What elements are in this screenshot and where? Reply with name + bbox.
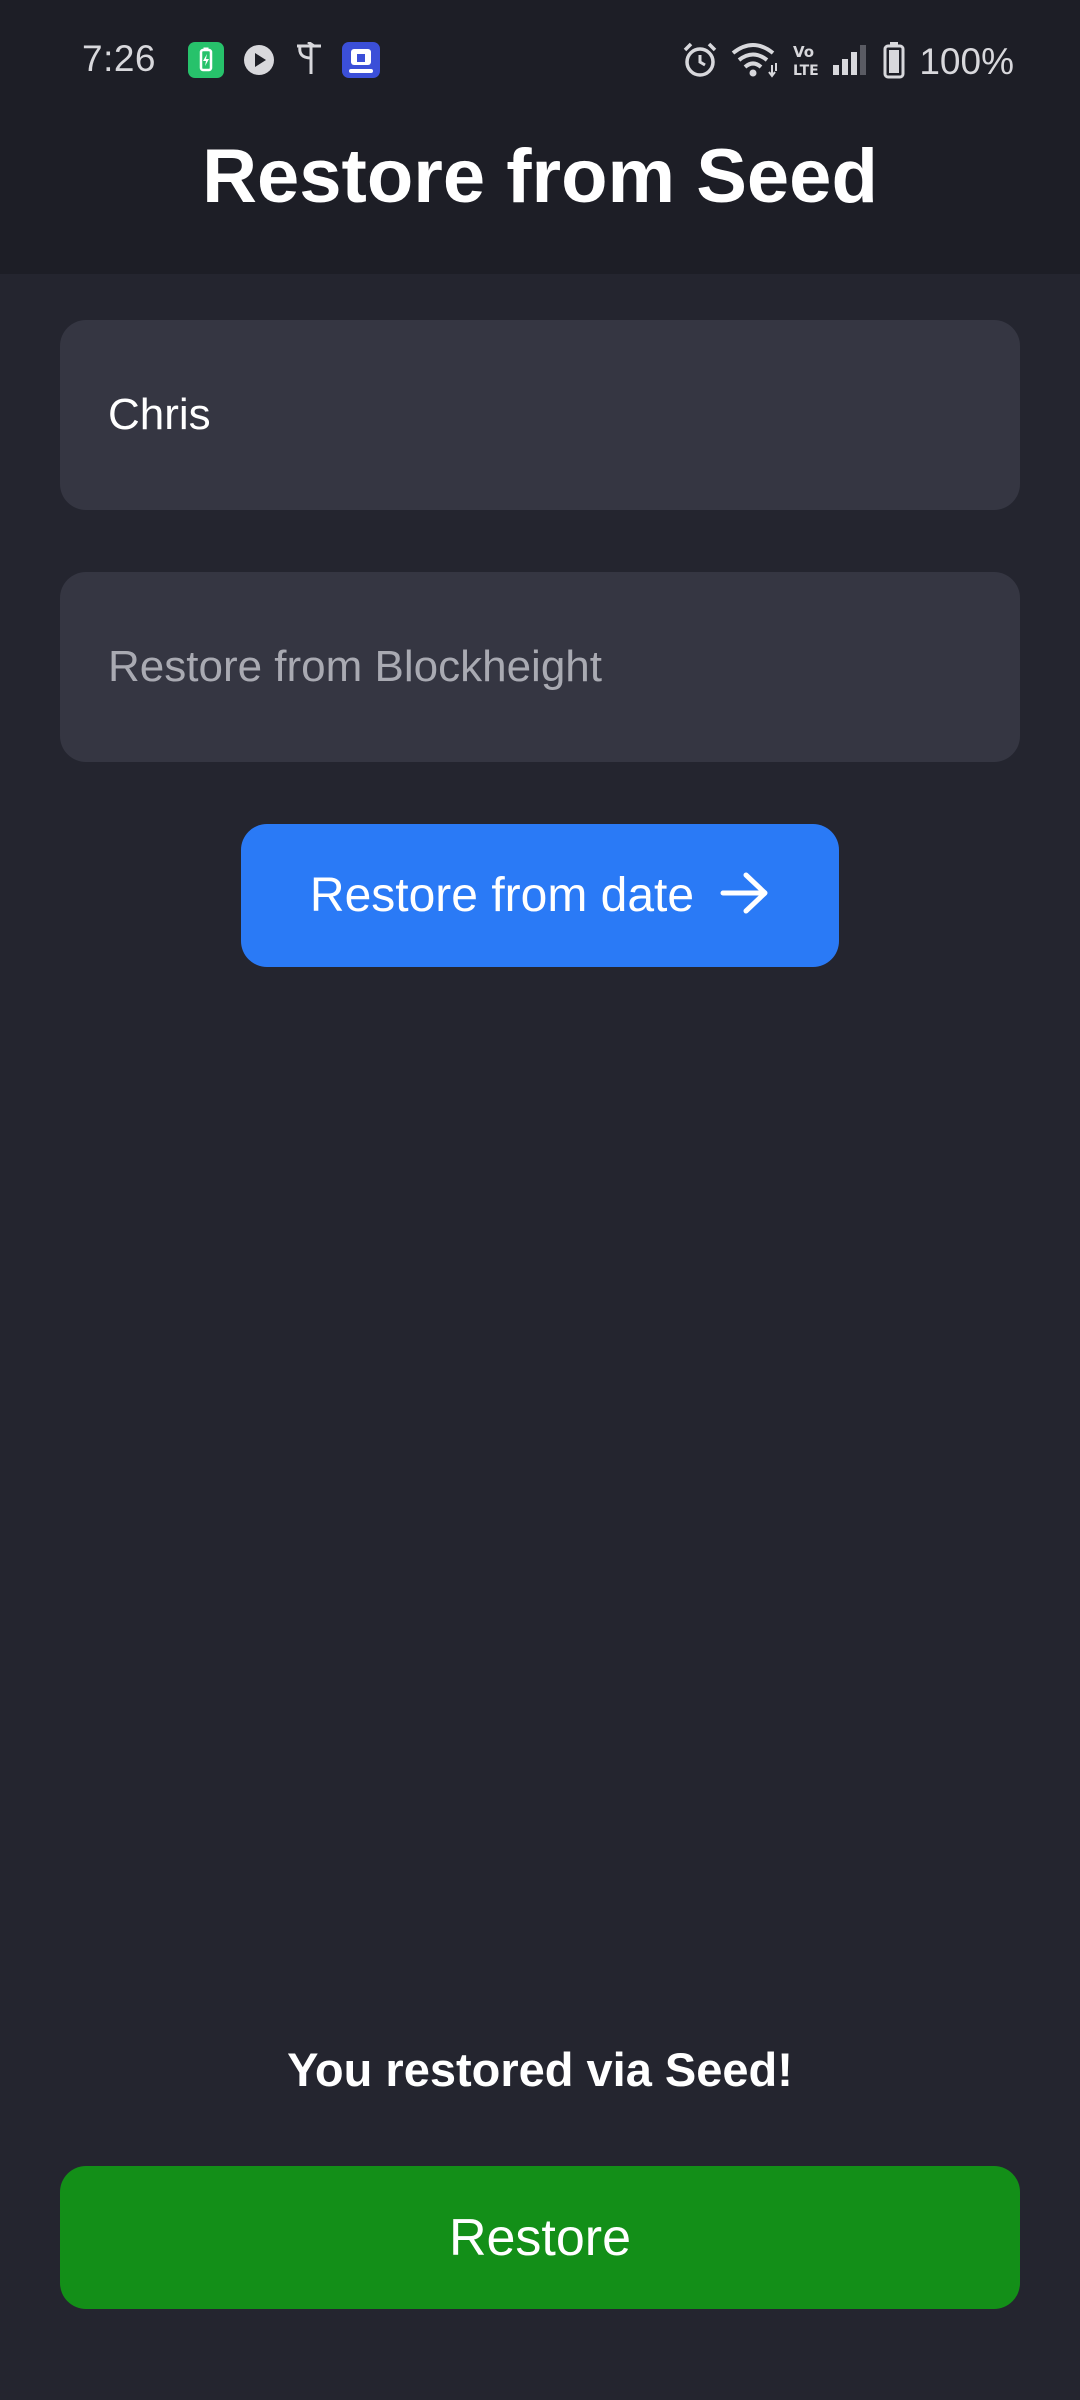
blockheight-input[interactable]: Restore from Blockheight [60, 572, 1020, 762]
svg-text:LTE: LTE [793, 63, 819, 79]
wifi-icon [731, 41, 779, 84]
battery-icon [883, 41, 905, 84]
restore-status-message: You restored via Seed! [287, 2043, 793, 2096]
status-time: 7:26 [82, 38, 157, 79]
notification-icons [188, 40, 380, 83]
signal-icon [831, 43, 871, 82]
arrow-right-icon [720, 870, 770, 921]
restore-button[interactable]: Restore [60, 2166, 1020, 2309]
restore-button-label: Restore [448, 2208, 632, 2267]
play-icon [242, 43, 276, 82]
system-icons: Vo LTE 100% [681, 40, 1014, 84]
restore-from-date-button[interactable]: Restore from date [241, 824, 839, 967]
blockheight-placeholder: Restore from Blockheight [108, 642, 602, 691]
page-title: Restore from Seed [202, 133, 878, 219]
status-bar: 7:26 Vo LTE 100% [0, 0, 1080, 124]
volte-icon: Vo LTE [791, 41, 819, 84]
alarm-icon [681, 41, 719, 84]
wallet-name-value: Chris [108, 390, 211, 439]
battery-saver-app-icon [188, 41, 224, 83]
svg-text:Vo: Vo [793, 43, 814, 61]
phonepe-icon [294, 40, 324, 83]
battery-percentage: 100% [919, 41, 1014, 82]
app-badge-icon [342, 41, 380, 83]
wallet-name-input[interactable]: Chris [60, 320, 1020, 510]
restore-from-date-label: Restore from date [309, 869, 695, 922]
app-bar: Restore from Seed [0, 124, 1080, 274]
